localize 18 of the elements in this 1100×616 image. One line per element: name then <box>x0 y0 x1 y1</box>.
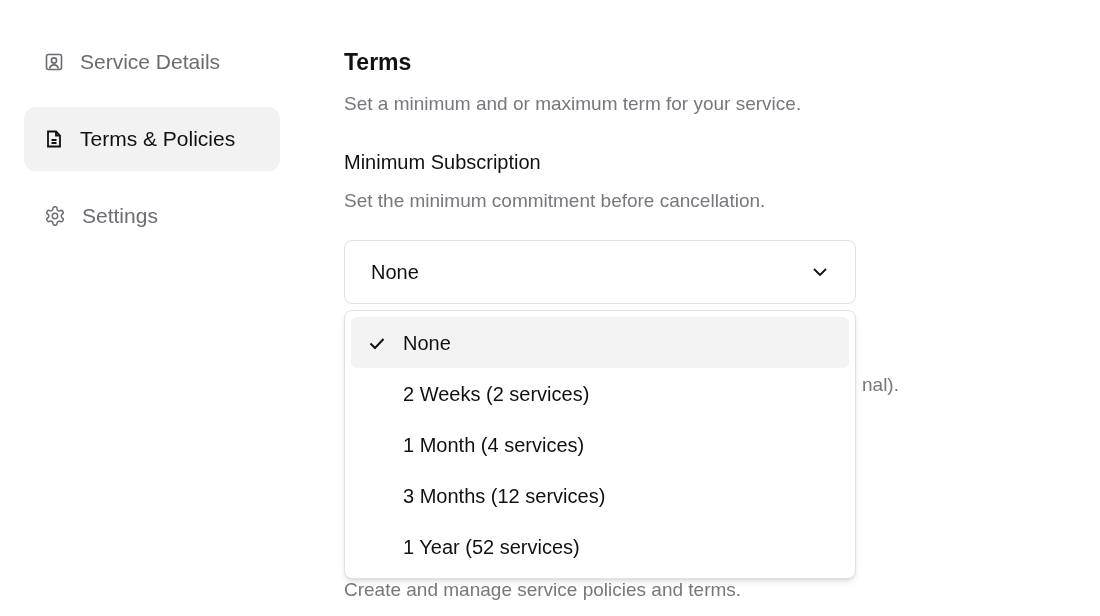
dropdown-option[interactable]: 1 Month (4 services) <box>351 419 849 470</box>
section-description: Create and manage service policies and terms. <box>344 579 743 601</box>
field-description: nal). <box>862 373 899 397</box>
dropdown-option[interactable]: None <box>351 317 849 368</box>
field-description: Set the minimum commitment before cancellation. <box>344 189 767 213</box>
field-label: Minimum Subscription <box>344 150 542 175</box>
settings-icon <box>44 205 66 227</box>
section-description: Set a minimum and or maximum term for your service. <box>344 92 803 116</box>
dropdown-option[interactable]: 3 Months (12 services) <box>351 470 849 521</box>
dropdown-option[interactable]: 1 Year (52 services) <box>351 521 849 572</box>
dropdown-select[interactable]: None <box>344 240 856 304</box>
sidebar-item[interactable]: Service Details <box>24 30 280 94</box>
dropdown-option[interactable]: 2 Weeks (2 services) <box>351 368 849 419</box>
section-title: Terms <box>344 48 413 77</box>
person-icon <box>44 52 64 72</box>
sidebar-item[interactable]: Settings <box>24 184 280 248</box>
sidebar-item[interactable]: Terms & Policies <box>24 107 280 171</box>
document-icon <box>44 129 64 149</box>
